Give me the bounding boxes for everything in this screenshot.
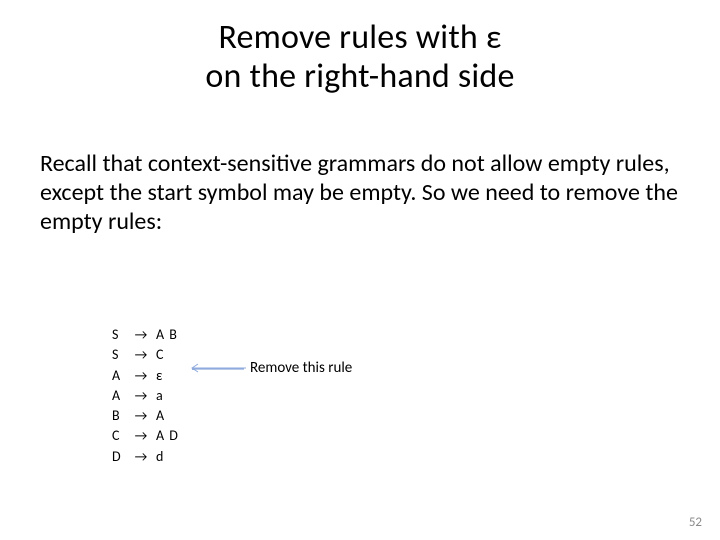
slide-title: Remove rules with ε on the right-hand si… [0,18,720,96]
grammar-rule: A → a [112,386,186,406]
rule-lhs: B [112,406,126,426]
arrow-icon: → [126,406,156,426]
rule-rhs: ε [156,366,186,386]
page-number: 52 [689,515,702,530]
rule-lhs: C [112,426,126,446]
rule-rhs: C [156,345,186,365]
rule-lhs: A [112,366,126,386]
arrow-icon: → [126,426,156,446]
grammar-rules: S → A B S → C A → ε A → a B → A C → A D [112,325,186,467]
arrow-icon: → [126,366,156,386]
body-text: Recall that context-sensitive grammars d… [40,150,680,236]
grammar-rule: A → ε [112,366,186,386]
grammar-rule: S → C [112,345,186,365]
slide: Remove rules with ε on the right-hand si… [0,0,720,540]
title-line-1: Remove rules with ε [218,17,501,58]
arrow-icon: → [126,386,156,406]
arrow-icon: → [126,325,156,345]
rule-rhs: a [156,386,186,406]
grammar-rule: C → A D [112,426,186,446]
arrow-icon: → [126,447,156,467]
rule-rhs: A B [156,325,186,345]
rule-lhs: S [112,345,126,365]
title-line-2: on the right-hand side [205,56,514,97]
rule-lhs: S [112,325,126,345]
callout-label: Remove this rule [250,359,352,377]
callout-arrow-head-icon [186,362,246,374]
grammar-rule: B → A [112,406,186,426]
rule-lhs: D [112,447,126,467]
grammar-rule: D → d [112,447,186,467]
rule-rhs: A [156,406,186,426]
arrow-icon: → [126,345,156,365]
rule-lhs: A [112,386,126,406]
grammar-rule: S → A B [112,325,186,345]
rule-rhs: A D [156,426,186,446]
rule-rhs: d [156,447,186,467]
